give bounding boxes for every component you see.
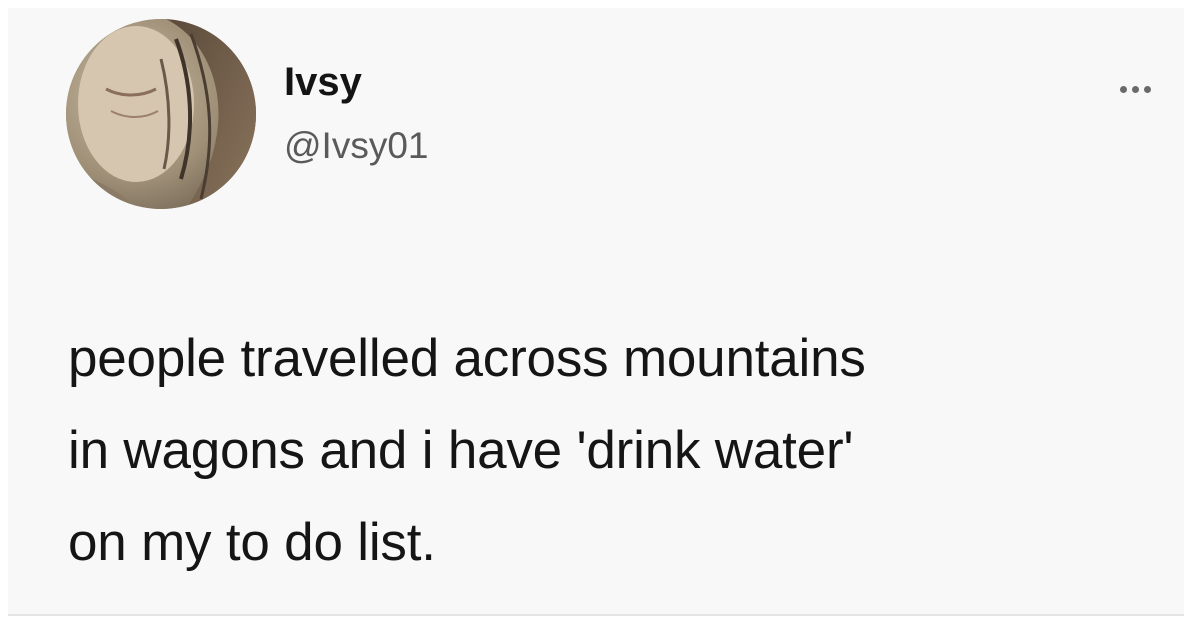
screenshot-frame: Ivsy @Ivsy01 people travelled across mou…: [0, 0, 1200, 630]
more-options-icon: [1143, 85, 1151, 93]
tweet-text: people travelled across mountains in wag…: [68, 313, 1168, 589]
display-name[interactable]: Ivsy: [284, 58, 429, 106]
tweet-text-line: in wagons and i have 'drink water': [68, 421, 854, 480]
profile-photo-icon: [66, 19, 256, 209]
avatar[interactable]: [66, 19, 256, 209]
more-options-button[interactable]: [1110, 76, 1160, 102]
tweet-card: Ivsy @Ivsy01 people travelled across mou…: [8, 8, 1184, 616]
author-block: Ivsy @Ivsy01: [284, 58, 429, 170]
user-handle[interactable]: @Ivsy01: [284, 122, 429, 170]
tweet-text-line: people travelled across mountains: [68, 329, 866, 388]
tweet-text-line: on my to do list.: [68, 513, 436, 572]
more-options-icon: [1131, 85, 1139, 93]
more-options-icon: [1119, 85, 1127, 93]
